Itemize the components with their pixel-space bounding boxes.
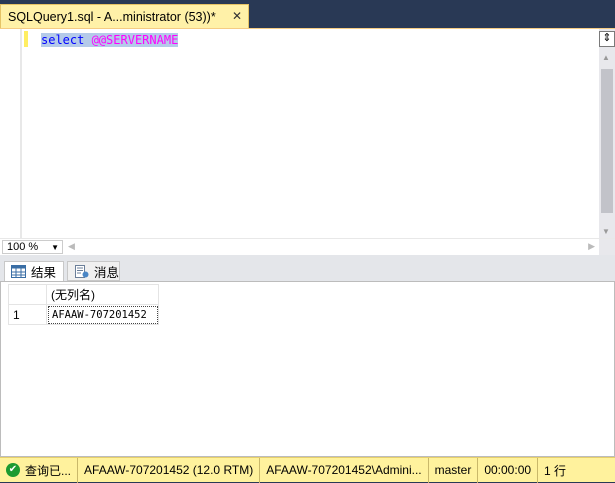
chevron-down-icon[interactable]: ▼ (51, 242, 59, 254)
selection-margin (20, 29, 22, 239)
check-icon: ✔ (6, 463, 20, 477)
message-icon (75, 264, 89, 278)
row-number[interactable]: 1 (8, 304, 47, 325)
grid-corner-cell[interactable] (8, 284, 47, 305)
grid-icon (11, 265, 26, 278)
zoom-value: 100 % (7, 241, 39, 253)
tab-messages-label: 消息 (94, 265, 120, 280)
row-count: 1 行 (544, 463, 567, 478)
document-tab-strip: SQLQuery1.sql - A...ministrator (53))* ✕ (0, 0, 615, 28)
splitter-icon[interactable]: ⇕ (599, 31, 615, 47)
document-tab-title: SQLQuery1.sql - A...ministrator (53))* (8, 9, 216, 24)
scrollbar-corner (599, 239, 615, 256)
scroll-down-arrow-icon[interactable]: ▼ (602, 227, 610, 236)
query-status: ✔ 查询已... (0, 457, 79, 483)
code-line[interactable]: select @@SERVERNAME (41, 32, 179, 48)
status-bar: ✔ 查询已... AFAAW-707201452 (12.0 RTM) AFAA… (0, 457, 615, 483)
sql-keyword: select (41, 33, 85, 47)
selected-text: select @@SERVERNAME (41, 33, 179, 47)
server-info: AFAAW-707201452 (12.0 RTM) (78, 457, 261, 483)
user-info: AFAAW-707201452\Admini... (260, 457, 429, 483)
scroll-left-arrow-icon[interactable]: ◀ (68, 241, 75, 252)
results-grid-pane: (无列名) 1 AFAAW-707201452 (0, 281, 615, 457)
editor-horizontal-scrollbar[interactable]: ◀ ▶ (66, 239, 599, 256)
zoom-dropdown[interactable]: 100 % ▼ (2, 240, 63, 254)
scroll-right-arrow-icon[interactable]: ▶ (588, 241, 595, 252)
grid-header-row: (无列名) (8, 284, 159, 305)
scroll-up-arrow-icon[interactable]: ▲ (602, 53, 610, 62)
column-header[interactable]: (无列名) (46, 284, 159, 305)
editor-vertical-scrollbar[interactable]: ⇕ ▲ ▼ (599, 29, 615, 239)
tab-messages[interactable]: 消息 (67, 261, 120, 281)
database-name: master (429, 457, 479, 483)
tab-results-label: 结果 (31, 266, 57, 280)
table-row: 1 AFAAW-707201452 (8, 304, 159, 325)
close-icon[interactable]: ✕ (232, 10, 242, 22)
grid-cell[interactable]: AFAAW-707201452 (46, 304, 159, 325)
tab-results[interactable]: 结果 (4, 261, 64, 281)
results-tab-strip: 结果 消息 (0, 255, 615, 281)
query-status-text: 查询已... (25, 463, 72, 478)
editor-gutter (0, 29, 20, 239)
editor-zoom-bar: 100 % ▼ ◀ ▶ (0, 238, 615, 256)
sql-system-variable: @@SERVERNAME (91, 33, 179, 47)
scrollbar-thumb[interactable] (601, 69, 613, 213)
change-tracking-marker (24, 31, 28, 47)
results-grid: (无列名) 1 AFAAW-707201452 (8, 284, 159, 325)
elapsed-time: 00:00:00 (478, 457, 539, 483)
query-editor[interactable]: select @@SERVERNAME ⇕ ▲ ▼ (0, 28, 615, 239)
document-tab[interactable]: SQLQuery1.sql - A...ministrator (53))* ✕ (0, 4, 249, 28)
